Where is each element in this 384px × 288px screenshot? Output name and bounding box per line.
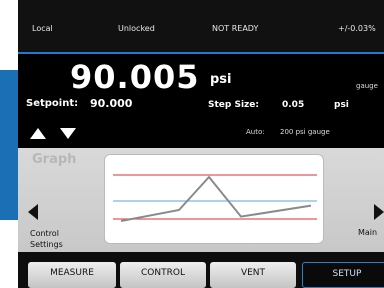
previous-panel-label[interactable]: Control Settings	[30, 228, 90, 250]
setpoint-value[interactable]: 90.000	[90, 97, 132, 110]
setup-button[interactable]: SETUP	[302, 262, 384, 288]
auto-range-value: 200 psi gauge	[280, 128, 330, 136]
step-size-label: Step Size:	[208, 100, 259, 110]
step-down-icon[interactable]	[60, 128, 76, 139]
status-accuracy: +/-0.03%	[338, 24, 376, 33]
graph-panel: Graph Control Settings Main	[18, 148, 384, 252]
pressure-graph	[104, 154, 324, 244]
setpoint-label: Setpoint:	[26, 98, 79, 109]
step-size-unit: psi	[334, 100, 349, 110]
pressure-unit[interactable]: psi	[210, 72, 232, 87]
measure-button[interactable]: MEASURE	[28, 262, 116, 288]
pressure-reading: 90.005	[70, 58, 200, 96]
reading-area: 90.005 psi gauge Setpoint: 90.000 Step S…	[18, 54, 384, 148]
panel-title: Graph	[32, 152, 77, 167]
graph-canvas	[113, 174, 317, 222]
control-button[interactable]: CONTROL	[120, 262, 206, 288]
status-bar: Local Unlocked NOT READY +/-0.03%	[18, 0, 384, 54]
next-panel-label[interactable]: Main	[358, 228, 377, 237]
pressure-mode[interactable]: gauge	[356, 82, 378, 90]
controller-screen: Local Unlocked NOT READY +/-0.03% 90.005…	[18, 0, 384, 288]
status-lock[interactable]: Unlocked	[118, 24, 155, 33]
bottom-navigation: MEASURE CONTROL VENT SETUP	[18, 252, 384, 288]
auto-range-label: Auto:	[246, 128, 265, 136]
step-size-value[interactable]: 0.05	[282, 100, 304, 110]
previous-panel-icon[interactable]	[28, 204, 38, 220]
status-ready: NOT READY	[212, 24, 259, 33]
status-local[interactable]: Local	[32, 24, 53, 33]
next-panel-icon[interactable]	[374, 204, 384, 220]
step-up-icon[interactable]	[30, 128, 46, 139]
graph-trace-line	[120, 175, 312, 222]
vent-button[interactable]: VENT	[210, 262, 296, 288]
